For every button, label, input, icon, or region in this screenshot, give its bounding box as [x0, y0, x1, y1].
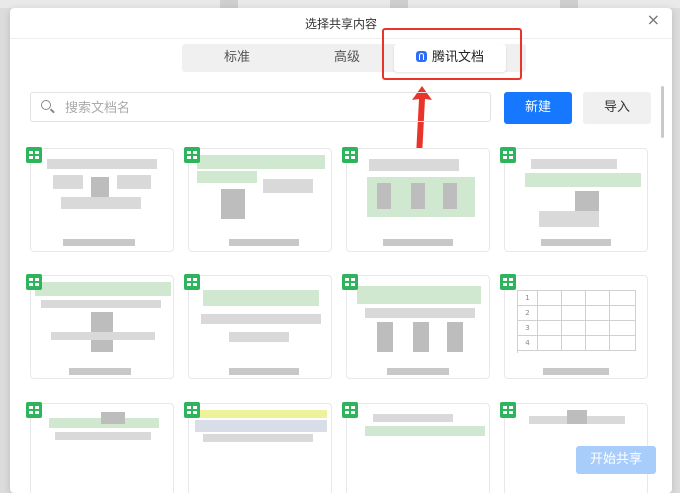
- sheet-icon: [500, 147, 516, 163]
- import-button[interactable]: 导入: [583, 92, 651, 124]
- sheet-icon: [342, 402, 358, 418]
- document-card[interactable]: [30, 148, 174, 252]
- row-number: 2: [518, 306, 538, 320]
- background-window-strip: [0, 0, 680, 8]
- annotation-highlight-box: [382, 28, 522, 80]
- sheet-icon: [500, 402, 516, 418]
- sheet-icon: [184, 274, 200, 290]
- sheet-icon: [184, 402, 200, 418]
- document-card[interactable]: [346, 403, 490, 493]
- close-icon[interactable]: ×: [647, 10, 660, 30]
- sheet-icon: [342, 147, 358, 163]
- search-icon: [41, 100, 51, 110]
- document-card[interactable]: [346, 275, 490, 379]
- background-tab: [220, 0, 238, 8]
- sheet-icon: [342, 274, 358, 290]
- row-number: 4: [518, 336, 538, 350]
- document-card[interactable]: [30, 403, 174, 493]
- share-content-dialog: 选择共享内容 × 标准 高级 腾讯文档 新建 导入: [10, 8, 672, 493]
- background-tab: [560, 0, 578, 8]
- tab-label: 高级: [333, 50, 360, 65]
- scrollbar-thumb[interactable]: [661, 86, 664, 138]
- sheet-icon: [26, 402, 42, 418]
- tab-label: 标准: [223, 50, 250, 65]
- document-card[interactable]: [504, 148, 648, 252]
- document-card[interactable]: [30, 275, 174, 379]
- template-card-table[interactable]: 1 2 3 4: [504, 275, 648, 379]
- document-card[interactable]: [188, 403, 332, 493]
- search-input[interactable]: [63, 97, 487, 119]
- sheet-icon: [26, 147, 42, 163]
- document-card[interactable]: [188, 275, 332, 379]
- background-tab: [390, 0, 408, 8]
- sheet-icon: [500, 274, 516, 290]
- document-card[interactable]: [188, 148, 332, 252]
- dialog-title: 选择共享内容: [304, 17, 377, 31]
- sheet-icon: [184, 147, 200, 163]
- sheet-icon: [26, 274, 42, 290]
- row-number: 1: [518, 291, 538, 305]
- document-card[interactable]: [346, 148, 490, 252]
- empty-table-preview: 1 2 3 4: [517, 290, 636, 353]
- row-number: 3: [518, 321, 538, 335]
- title-divider: [10, 38, 672, 39]
- search-box[interactable]: [30, 92, 491, 122]
- start-sharing-button[interactable]: 开始共享: [576, 446, 656, 474]
- new-button[interactable]: 新建: [504, 92, 572, 124]
- tab-standard[interactable]: 标准: [182, 44, 292, 72]
